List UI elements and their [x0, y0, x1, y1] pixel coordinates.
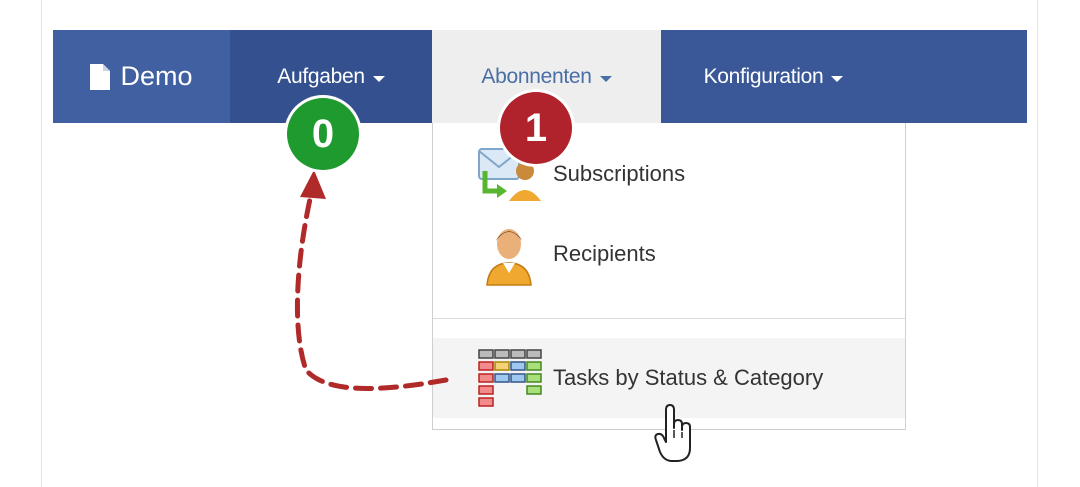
step-badge-1: 1	[500, 92, 572, 164]
arrow-head	[300, 170, 326, 199]
step-badge-0: 0	[287, 98, 359, 170]
step-badge-1-number: 1	[524, 105, 548, 150]
dashed-arrow	[294, 187, 449, 391]
annotation-overlay	[294, 170, 449, 391]
hand-cursor-icon	[654, 404, 696, 469]
screenshot: Demo Aufgaben Abonnenten Konfiguration S…	[0, 0, 1080, 487]
step-badge-0-number: 0	[311, 111, 335, 156]
